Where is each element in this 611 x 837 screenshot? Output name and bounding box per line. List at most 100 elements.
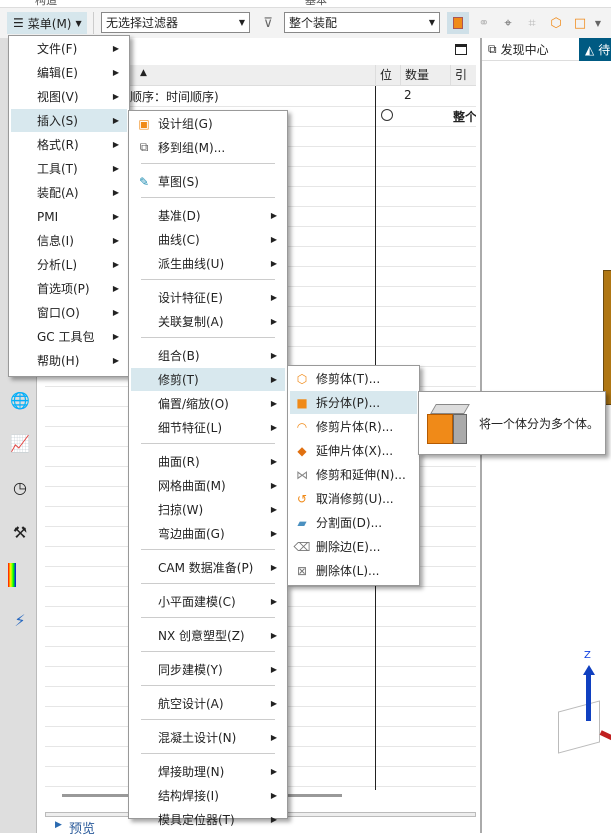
menu-item-main-12[interactable]: GC 工具包 ▶	[11, 325, 127, 348]
menu-item-insert-6[interactable]: 曲线(C) ▶	[131, 228, 285, 251]
menu-item-insert-30[interactable]: 航空设计(A) ▶	[131, 692, 285, 715]
menu-item-main-5[interactable]: 工具(T) ▶	[11, 157, 127, 180]
link-icon[interactable]: ⚭	[474, 13, 494, 33]
menu-item-insert-0[interactable]: ▣ 设计组(G)	[131, 112, 285, 135]
menu-item-main-3[interactable]: 插入(S) ▶	[11, 109, 127, 132]
role-icon[interactable]: ⚡	[8, 608, 32, 632]
menu-item-label: 工具(T)	[37, 162, 78, 176]
menu-item-main-4[interactable]: 格式(R) ▶	[11, 133, 127, 156]
menu-item-trim-0[interactable]: ⬡ 修剪体(T)...	[290, 367, 417, 390]
menu-item-insert-34[interactable]: 焊接助理(N) ▶	[131, 760, 285, 783]
filter-reset-icon[interactable]: ⊽	[258, 13, 278, 33]
menu-item-label: 混凝土设计(N)	[158, 731, 237, 745]
menu-item-trim-4[interactable]: ⋈ 修剪和延伸(N)...	[290, 463, 417, 486]
menu-separator	[141, 163, 275, 164]
menu-item-label: 窗口(O)	[37, 306, 80, 320]
menu-button[interactable]: ☰ 菜单(M) ▼	[7, 12, 87, 34]
menu-item-main-2[interactable]: 视图(V) ▶	[11, 85, 127, 108]
column-header-reference[interactable]: 引	[450, 65, 476, 86]
maximize-icon[interactable]	[455, 44, 467, 55]
menu-item-main-6[interactable]: 装配(A) ▶	[11, 181, 127, 204]
menu-separator	[141, 279, 275, 280]
submenu-arrow-icon: ▶	[112, 308, 119, 317]
color-palette-icon[interactable]	[8, 563, 16, 587]
menu-item-label: 删除边(E)...	[316, 540, 381, 554]
menu-item-insert-22[interactable]: CAM 数据准备(P) ▶	[131, 556, 285, 579]
untrim-icon: ↺	[296, 491, 308, 506]
menu-item-insert-32[interactable]: 混凝土设计(N) ▶	[131, 726, 285, 749]
view-triad-cube[interactable]	[558, 700, 600, 754]
chart-icon[interactable]: 📈	[8, 431, 32, 455]
menu-item-insert-3[interactable]: ✎ 草图(S)	[131, 170, 285, 193]
menu-item-insert-36[interactable]: 模具定位器(T) ▶	[131, 808, 285, 831]
menu-item-insert-17[interactable]: 曲面(R) ▶	[131, 450, 285, 473]
menu-item-main-7[interactable]: PMI ▶	[11, 205, 127, 228]
model-body[interactable]	[603, 270, 611, 405]
menu-item-insert-12[interactable]: 组合(B) ▶	[131, 344, 285, 367]
menu-item-insert-15[interactable]: 细节特征(L) ▶	[131, 416, 285, 439]
tab-discovery-center[interactable]: ⧉ 发现中心	[482, 38, 579, 61]
menu-item-insert-26[interactable]: NX 创意塑型(Z) ▶	[131, 624, 285, 647]
type-filter-dropdown[interactable]: 无选择过滤器 ▼	[101, 12, 250, 33]
menu-item-insert-19[interactable]: 扫掠(W) ▶	[131, 498, 285, 521]
menu-item-label: NX 创意塑型(Z)	[158, 629, 245, 643]
selection-scope-value: 整个装配	[289, 16, 338, 30]
chevron-down-icon[interactable]: ▼	[592, 13, 604, 33]
tools-icon[interactable]: ⚒	[8, 520, 32, 544]
menu-item-insert-10[interactable]: 关联复制(A) ▶	[131, 310, 285, 333]
menu-item-trim-6[interactable]: ▰ 分割面(D)...	[290, 511, 417, 534]
point-snap-icon[interactable]: □	[570, 13, 590, 33]
column-header-quantity[interactable]: 数量	[400, 65, 450, 86]
chevron-down-icon: ▼	[238, 18, 245, 27]
menu-item-main-1[interactable]: 编辑(E) ▶	[11, 61, 127, 84]
menu-item-insert-28[interactable]: 同步建模(Y) ▶	[131, 658, 285, 681]
menu-item-insert-35[interactable]: 结构焊接(I) ▶	[131, 784, 285, 807]
menu-item-insert-9[interactable]: 设计特征(E) ▶	[131, 286, 285, 309]
menu-item-main-9[interactable]: 分析(L) ▶	[11, 253, 127, 276]
submenu-arrow-icon: ▶	[112, 356, 119, 365]
submenu-arrow-icon: ▶	[112, 68, 119, 77]
ribbon-group-construct: 构造	[35, 0, 57, 7]
web-browser-icon[interactable]: 🌐	[8, 388, 32, 412]
menu-item-insert-5[interactable]: 基准(D) ▶	[131, 204, 285, 227]
menu-item-trim-2[interactable]: ◠ 修剪片体(R)...	[290, 415, 417, 438]
menu-item-trim-1[interactable]: ■ 拆分体(P)...	[290, 391, 417, 414]
menu-item-trim-3[interactable]: ◆ 延伸片体(X)...	[290, 439, 417, 462]
tooltip-text: 将一个体分为多个体。	[479, 417, 600, 431]
menu-item-label: 首选项(P)	[37, 282, 90, 296]
discovery-icon: ⧉	[488, 41, 497, 56]
menu-item-label: 设计组(G)	[158, 117, 213, 131]
menu-item-trim-7[interactable]: ⌫ 删除边(E)...	[290, 535, 417, 558]
expand-preview-icon[interactable]: ▶	[55, 820, 62, 830]
z-axis-label: Z	[584, 650, 591, 661]
menu-item-insert-1[interactable]: ⧉ 移到组(M)...	[131, 136, 285, 159]
menu-item-insert-18[interactable]: 网格曲面(M) ▶	[131, 474, 285, 497]
row-order-label[interactable]: 顺序：时间顺序)	[130, 88, 219, 105]
menu-item-label: 草图(S)	[158, 175, 199, 189]
selection-scope-dropdown[interactable]: 整个装配 ▼	[284, 12, 440, 33]
menu-item-label: 弯边曲面(G)	[158, 527, 225, 541]
menu-item-main-11[interactable]: 窗口(O) ▶	[11, 301, 127, 324]
menu-item-main-0[interactable]: 文件(F) ▶	[11, 37, 127, 60]
select-component-icon[interactable]	[447, 12, 469, 34]
history-clock-icon[interactable]: ◷	[8, 475, 32, 499]
menu-item-main-10[interactable]: 首选项(P) ▶	[11, 277, 127, 300]
tab-model[interactable]: ◭ 待	[579, 38, 611, 61]
menu-item-insert-14[interactable]: 偏置/缩放(O) ▶	[131, 392, 285, 415]
menu-item-insert-7[interactable]: 派生曲线(U) ▶	[131, 252, 285, 275]
body-snap-icon[interactable]: ⬡	[546, 13, 566, 33]
preview-section-label[interactable]: 预览	[69, 818, 95, 837]
sort-ascending-icon[interactable]: ▲	[140, 68, 147, 78]
menu-item-main-8[interactable]: 信息(I) ▶	[11, 229, 127, 252]
menu-item-trim-8[interactable]: ⊠ 删除体(L)...	[290, 559, 417, 582]
column-header-position[interactable]: 位	[375, 65, 400, 86]
snap-bracket-icon[interactable]: ⌗	[522, 13, 542, 33]
menu-separator	[141, 617, 275, 618]
menu-item-main-13[interactable]: 帮助(H) ▶	[11, 349, 127, 372]
menu-item-insert-24[interactable]: 小平面建模(C) ▶	[131, 590, 285, 613]
menu-item-trim-5[interactable]: ↺ 取消修剪(U)...	[290, 487, 417, 510]
menu-item-insert-20[interactable]: 弯边曲面(G) ▶	[131, 522, 285, 545]
menu-item-insert-13[interactable]: 修剪(T) ▶	[131, 368, 285, 391]
snap-filter-icon[interactable]: ⌖	[498, 13, 518, 33]
position-radio[interactable]	[381, 109, 393, 121]
